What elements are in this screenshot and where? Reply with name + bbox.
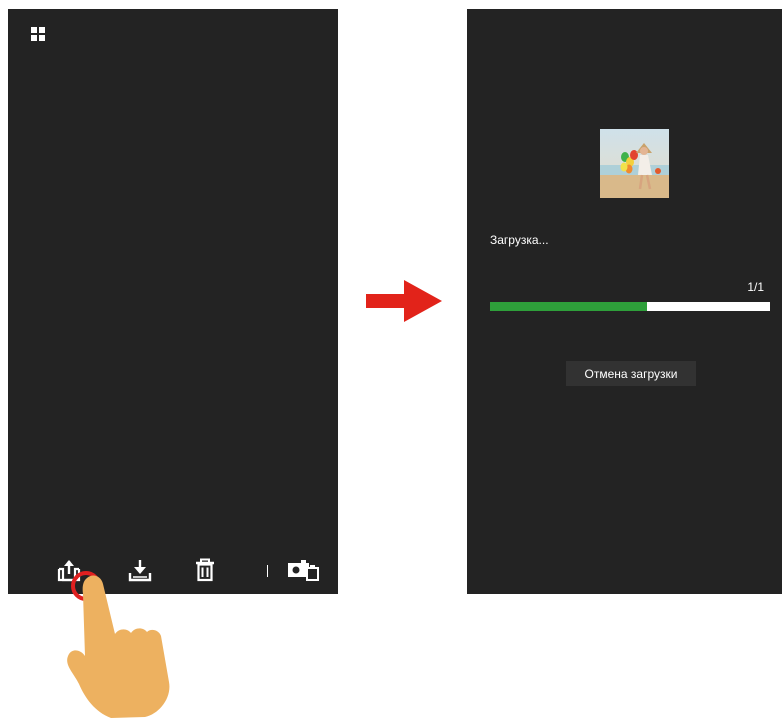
cancel-upload-button[interactable]: Отмена загрузки (566, 361, 696, 386)
toolbar-divider (267, 565, 268, 577)
grid-view-icon[interactable] (31, 27, 46, 42)
upload-progress-bar (490, 302, 770, 311)
upload-status-text: Загрузка... (490, 233, 549, 247)
upload-progress-fill (490, 302, 647, 311)
trash-icon[interactable] (192, 557, 218, 583)
camera-screen-left (8, 9, 338, 594)
upload-progress-screen: Загрузка... 1/1 Отмена загрузки (467, 9, 782, 594)
photo-thumbnail (600, 129, 669, 198)
right-arrow-icon (366, 280, 442, 322)
camera-switch-icon[interactable] (286, 557, 320, 583)
upload-counter: 1/1 (747, 280, 764, 294)
pointing-hand-icon (67, 575, 170, 718)
